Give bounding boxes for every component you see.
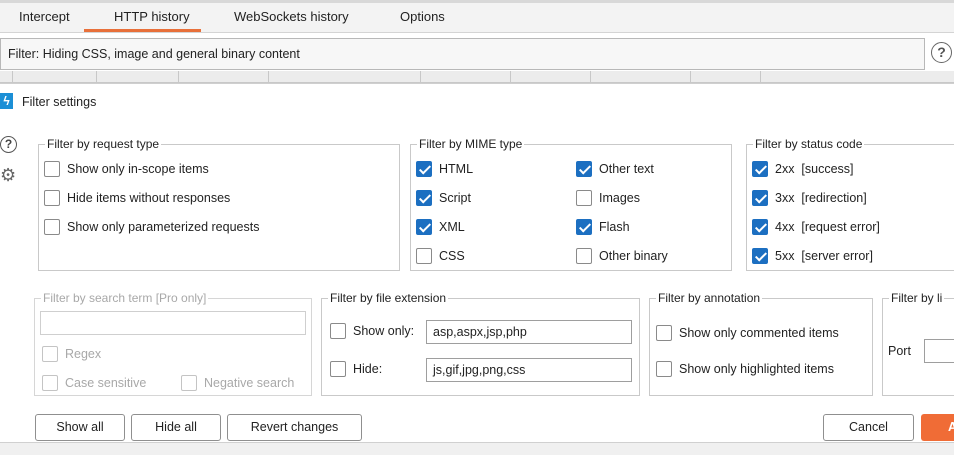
group-legend: Filter by search term [Pro only] <box>41 291 209 305</box>
cancel-button[interactable]: Cancel <box>823 414 914 441</box>
gear-icon[interactable]: ⚙ <box>0 166 18 184</box>
checkbox-box <box>752 248 768 264</box>
annotation-group: Filter by annotation Show only commented… <box>649 291 873 396</box>
checkbox-box <box>330 323 346 339</box>
underlying-editor-strip <box>0 442 954 455</box>
show-only-extension-input[interactable]: asp,aspx,jsp,php <box>426 320 632 344</box>
checkbox-box <box>576 248 592 264</box>
port-input[interactable] <box>924 339 954 363</box>
status-3xx-checkbox[interactable]: 3xx [redirection] <box>752 190 867 206</box>
hide-all-button[interactable]: Hide all <box>131 414 221 441</box>
status-2xx-checkbox[interactable]: 2xx [success] <box>752 161 854 177</box>
file-extension-group: Filter by file extension Show only: asp,… <box>321 291 640 396</box>
checkbox-box <box>576 161 592 177</box>
help-icon[interactable]: ? <box>0 136 17 153</box>
mime-flash-checkbox[interactable]: Flash <box>576 219 630 235</box>
active-tab-indicator <box>84 29 201 32</box>
checkbox-box <box>44 190 60 206</box>
tab-http-history[interactable]: HTTP history <box>114 9 190 24</box>
group-legend: Filter by annotation <box>656 291 763 305</box>
revert-changes-button[interactable]: Revert changes <box>227 414 362 441</box>
status-code-group: Filter by status code 2xx [success] 3xx … <box>746 137 954 271</box>
filter-settings-dialog: ϟ Filter settings ? ⚙ Filter by request … <box>0 83 954 442</box>
checkbox-box <box>752 161 768 177</box>
negative-search-checkbox[interactable]: Negative search <box>181 375 294 391</box>
mime-type-group: Filter by MIME type HTML Other text Scri… <box>410 137 732 271</box>
mime-script-checkbox[interactable]: Script <box>416 190 471 206</box>
hide-without-responses-checkbox[interactable]: Hide items without responses <box>44 190 230 206</box>
tab-bar: Intercept HTTP history WebSockets histor… <box>0 0 954 33</box>
checkbox-box <box>656 361 672 377</box>
search-term-input[interactable] <box>40 311 306 335</box>
checkbox-box <box>416 248 432 264</box>
mime-images-checkbox[interactable]: Images <box>576 190 640 206</box>
case-sensitive-checkbox[interactable]: Case sensitive <box>42 375 146 391</box>
search-term-group: Filter by search term [Pro only] Regex C… <box>34 291 312 396</box>
checkbox-box <box>576 219 592 235</box>
mime-xml-checkbox[interactable]: XML <box>416 219 465 235</box>
mime-css-checkbox[interactable]: CSS <box>416 248 465 264</box>
hide-extension-checkbox[interactable]: Hide: <box>330 361 382 377</box>
checkbox-box <box>656 325 672 341</box>
filter-bar[interactable]: Filter: Hiding CSS, image and general bi… <box>0 38 925 70</box>
group-legend: Filter by MIME type <box>417 137 525 151</box>
apply-button[interactable]: A <box>921 414 954 441</box>
group-legend: Filter by li <box>889 291 945 305</box>
listener-group: Filter by li Port <box>882 291 954 396</box>
help-icon[interactable]: ? <box>931 42 952 63</box>
checkbox-box <box>44 219 60 235</box>
checkbox-box <box>416 219 432 235</box>
show-only-extension-checkbox[interactable]: Show only: <box>330 323 414 339</box>
mime-other-text-checkbox[interactable]: Other text <box>576 161 654 177</box>
mime-other-binary-checkbox[interactable]: Other binary <box>576 248 668 264</box>
checkbox-box <box>330 361 346 377</box>
checkbox-box <box>42 375 58 391</box>
status-4xx-checkbox[interactable]: 4xx [request error] <box>752 219 880 235</box>
checkbox-box <box>752 219 768 235</box>
regex-checkbox[interactable]: Regex <box>42 346 101 362</box>
hide-extension-input[interactable]: js,gif,jpg,png,css <box>426 358 632 382</box>
mime-html-checkbox[interactable]: HTML <box>416 161 473 177</box>
checkbox-box <box>181 375 197 391</box>
group-legend: Filter by request type <box>45 137 162 151</box>
tab-websockets-history[interactable]: WebSockets history <box>234 9 349 24</box>
dialog-title: Filter settings <box>22 95 97 109</box>
tab-intercept[interactable]: Intercept <box>19 9 70 24</box>
group-legend: Filter by status code <box>753 137 865 151</box>
show-in-scope-checkbox[interactable]: Show only in-scope items <box>44 161 209 177</box>
checkbox-box <box>44 161 60 177</box>
checkbox-box <box>576 190 592 206</box>
checkbox-box <box>416 190 432 206</box>
checkbox-box <box>416 161 432 177</box>
status-5xx-checkbox[interactable]: 5xx [server error] <box>752 248 873 264</box>
checkbox-box <box>42 346 58 362</box>
show-highlighted-checkbox[interactable]: Show only highlighted items <box>656 361 834 377</box>
table-header <box>0 71 954 83</box>
port-label: Port <box>888 344 911 358</box>
burp-lightning-icon: ϟ <box>0 93 13 109</box>
request-type-group: Filter by request type Show only in-scop… <box>38 137 400 271</box>
show-parameterized-checkbox[interactable]: Show only parameterized requests <box>44 219 259 235</box>
tab-bar-strip <box>0 0 954 3</box>
checkbox-box <box>752 190 768 206</box>
filter-bar-text: Filter: Hiding CSS, image and general bi… <box>8 47 300 61</box>
show-commented-checkbox[interactable]: Show only commented items <box>656 325 839 341</box>
show-all-button[interactable]: Show all <box>35 414 125 441</box>
group-legend: Filter by file extension <box>328 291 449 305</box>
tab-options[interactable]: Options <box>400 9 445 24</box>
